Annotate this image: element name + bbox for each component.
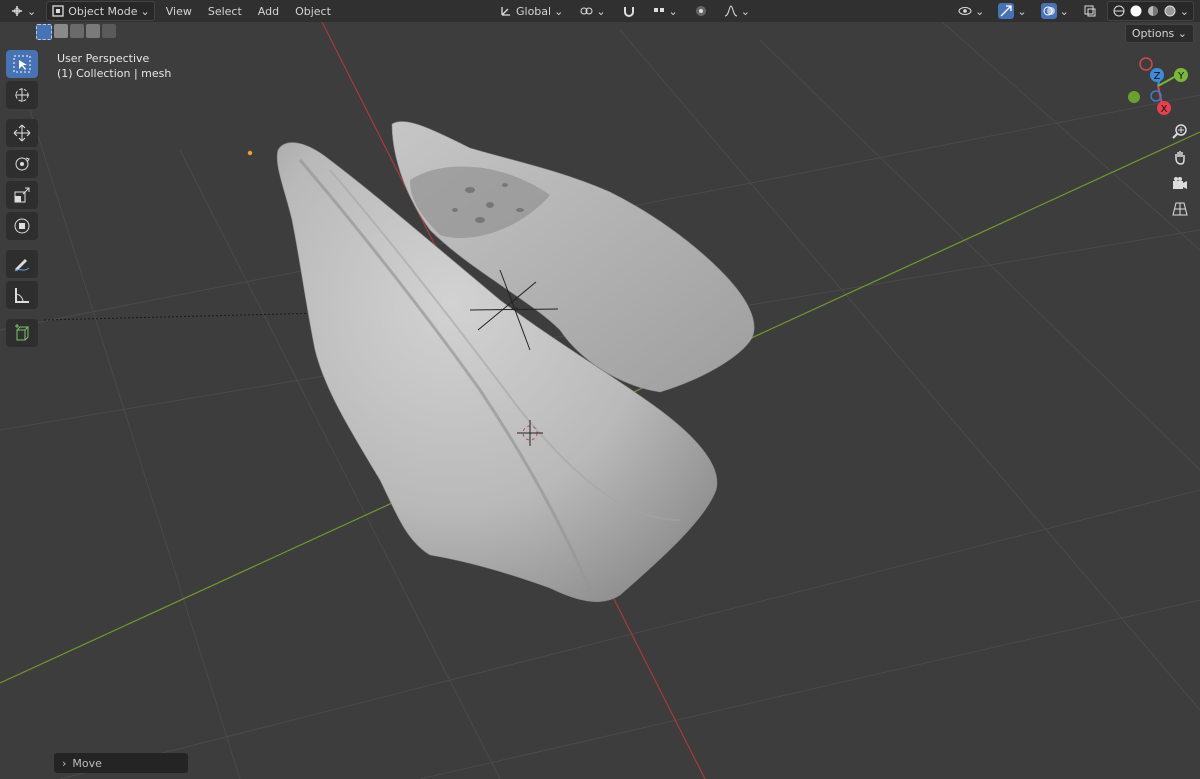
3d-viewport[interactable] (0, 0, 1200, 779)
mode-selector[interactable]: Object Mode ⌄ (46, 1, 155, 21)
select-cursor-icon (13, 55, 31, 73)
scale-tool[interactable] (6, 181, 38, 209)
wireframe-shading-icon[interactable] (1112, 4, 1126, 18)
falloff-selector[interactable]: ⌄ (720, 2, 754, 20)
cursor-tool[interactable] (6, 81, 38, 109)
pivot-icon (580, 7, 593, 15)
navigation-buttons (1168, 120, 1192, 220)
orientation-label: Global (516, 4, 552, 18)
gizmo-x-label: X (1161, 104, 1168, 115)
add-cube-icon (15, 324, 30, 341)
proportional-edit-icon (695, 6, 706, 16)
chevron-down-icon: ⌄ (1017, 4, 1027, 18)
move-arrows-icon (13, 124, 31, 142)
measure-tool[interactable] (6, 281, 38, 309)
perspective-toggle-button[interactable] (1168, 198, 1192, 220)
rendered-shading-icon[interactable] (1163, 4, 1177, 18)
move-tool[interactable] (6, 119, 38, 147)
select-intersect-icon[interactable] (102, 24, 116, 38)
select-new-icon[interactable] (36, 24, 52, 40)
magnet-icon (623, 7, 634, 17)
proportional-edit-toggle[interactable] (690, 2, 712, 20)
transform-tool[interactable] (6, 212, 38, 240)
object-mode-icon (52, 5, 64, 17)
view-name: User Perspective (57, 52, 150, 65)
eye-icon (958, 7, 972, 15)
chevron-down-icon: ⌄ (1179, 4, 1189, 18)
select-invert-icon[interactable] (86, 24, 100, 38)
gizmo-neg-x (1139, 57, 1153, 71)
ruler-icon (15, 288, 29, 303)
falloff-curve-icon (724, 5, 737, 17)
pivot-point-selector[interactable]: ⌄ (575, 2, 609, 20)
menu-view[interactable]: View (161, 3, 197, 20)
select-extend-icon[interactable] (54, 24, 68, 38)
last-operator-label: Move (72, 756, 102, 770)
overlays-toggle[interactable]: ⌄ (1037, 1, 1073, 21)
options-button[interactable]: Options ⌄ (1124, 24, 1194, 43)
chevron-down-icon: ⌄ (140, 4, 150, 18)
camera-view-button[interactable] (1168, 172, 1192, 194)
selection-mode-group (36, 24, 116, 40)
camera-icon (1173, 177, 1187, 189)
visibility-selector[interactable]: ⌄ (954, 2, 988, 20)
options-label: Options (1131, 27, 1175, 40)
xray-icon (1084, 5, 1096, 17)
gizmo-icon (1000, 5, 1012, 17)
chevron-down-icon: ⌄ (1177, 27, 1187, 40)
chevron-down-icon: ⌄ (1059, 4, 1069, 18)
rotate-tool[interactable] (6, 150, 38, 178)
xray-toggle[interactable] (1079, 2, 1101, 20)
menu-object[interactable]: Object (290, 3, 336, 20)
add-cube-tool[interactable] (6, 319, 38, 347)
annotate-tool[interactable] (6, 250, 38, 278)
viewport-header-right: ⌄ ⌄ ⌄ ⌄ (954, 0, 1194, 22)
navigation-gizmo[interactable]: Z Y X (1120, 54, 1196, 118)
tool-shelf (6, 50, 42, 347)
scale-icon (14, 187, 30, 203)
orientation-selector[interactable]: Global ⌄ (495, 2, 567, 20)
chevron-down-icon: ⌄ (554, 4, 564, 18)
pan-button[interactable] (1168, 146, 1192, 168)
shading-mode-group: ⌄ (1106, 1, 1194, 21)
3d-cursor-icon (15, 88, 29, 102)
rotate-icon (15, 157, 30, 171)
chevron-down-icon: ⌄ (975, 4, 985, 18)
light-origin-dot (247, 150, 253, 156)
transform-icon (14, 218, 30, 234)
snap-increment-icon (653, 8, 664, 12)
zoom-button[interactable] (1168, 120, 1192, 142)
menu-add[interactable]: Add (253, 3, 284, 20)
editor-type-icon (12, 6, 22, 16)
editor-type-button[interactable]: ⌄ (6, 2, 40, 20)
chevron-down-icon: ⌄ (27, 4, 37, 18)
pencil-icon (14, 259, 30, 272)
transform-settings: Global ⌄ ⌄ ⌄ ⌄ (495, 0, 754, 22)
gizmo-neg-y (1128, 91, 1140, 103)
chevron-down-icon: ⌄ (740, 4, 750, 18)
select-subtract-icon[interactable] (70, 24, 84, 38)
solid-shading-icon[interactable] (1129, 4, 1143, 18)
orientation-icon (501, 7, 510, 16)
snap-target-selector[interactable]: ⌄ (648, 2, 682, 20)
collection-info: (1) Collection | mesh (57, 67, 172, 80)
snap-toggle[interactable] (618, 2, 640, 20)
chevron-down-icon: ⌄ (668, 4, 678, 18)
last-operator-panel[interactable]: › Move (54, 753, 188, 773)
overlays-icon (1043, 6, 1055, 16)
menu-select[interactable]: Select (203, 3, 247, 20)
zoom-magnifier-icon (1172, 124, 1187, 139)
viewport-info: User Perspective (1) Collection | mesh (57, 51, 171, 81)
select-box-tool[interactable] (6, 50, 38, 78)
gizmo-y-label: Y (1177, 71, 1185, 82)
grid-perspective-icon (1172, 202, 1188, 216)
chevron-down-icon: ⌄ (596, 4, 606, 18)
chevron-right-icon: › (62, 756, 67, 770)
hand-icon (1175, 151, 1185, 165)
mode-label: Object Mode (68, 4, 138, 18)
gizmo-z-label: Z (1154, 71, 1161, 82)
material-shading-icon[interactable] (1146, 4, 1160, 18)
gizmo-toggle[interactable]: ⌄ (994, 1, 1030, 21)
